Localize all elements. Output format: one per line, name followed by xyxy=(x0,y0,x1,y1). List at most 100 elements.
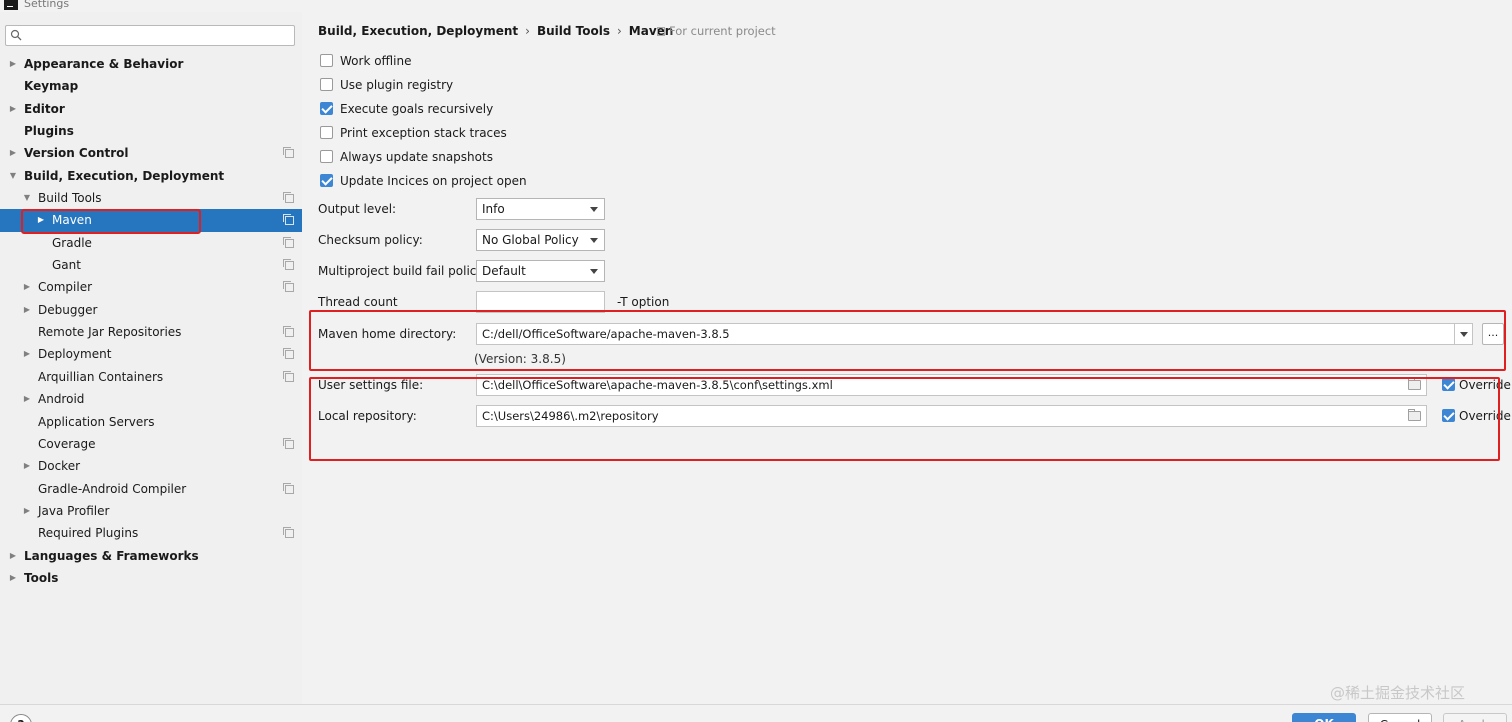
chevron-right-icon[interactable]: ▶ xyxy=(22,343,32,365)
tree-item-appearance-behavior[interactable]: ▶ Appearance & Behavior xyxy=(0,53,302,75)
tree-item-editor[interactable]: ▶ Editor xyxy=(0,98,302,120)
output-level-value: Info xyxy=(482,202,505,216)
chevron-down-icon xyxy=(590,238,598,243)
checkbox[interactable] xyxy=(320,174,333,187)
tree-item-label: Build, Execution, Deployment xyxy=(24,168,225,183)
scope-label: For current project xyxy=(657,24,776,38)
tree-item-gradle[interactable]: Gradle xyxy=(0,232,302,254)
checkbox[interactable] xyxy=(320,102,333,115)
copy-icon xyxy=(283,236,294,248)
multiproject-select[interactable]: Default xyxy=(476,260,605,282)
tree-item-gradle-android-compiler[interactable]: Gradle-Android Compiler xyxy=(0,478,302,500)
tree-item-languages-frameworks[interactable]: ▶ Languages & Frameworks xyxy=(0,545,302,567)
chevron-down-icon xyxy=(590,269,598,274)
tree-item-android[interactable]: ▶ Android xyxy=(0,388,302,410)
checkbox-label: Always update snapshots xyxy=(340,150,493,164)
search-icon xyxy=(10,29,22,41)
maven-home-highlight-box xyxy=(309,310,1506,371)
settings-files-highlight-box xyxy=(309,377,1500,461)
chevron-down-icon[interactable]: ▼ xyxy=(22,187,32,209)
tree-item-label: Build Tools xyxy=(38,191,102,206)
tree-item-label: Debugger xyxy=(38,302,98,317)
tree-item-label: Remote Jar Repositories xyxy=(38,325,182,340)
tree-item-java-profiler[interactable]: ▶ Java Profiler xyxy=(0,500,302,522)
tree-item-debugger[interactable]: ▶ Debugger xyxy=(0,299,302,321)
maven-highlight-box xyxy=(21,209,201,234)
tree-item-remote-jar-repositories[interactable]: Remote Jar Repositories xyxy=(0,321,302,343)
tree-item-label: Editor xyxy=(24,101,65,116)
tree-item-plugins[interactable]: Plugins xyxy=(0,120,302,142)
apply-button[interactable]: Apply xyxy=(1443,713,1507,722)
checksum-policy-value: No Global Policy xyxy=(482,233,579,247)
tree-item-version-control[interactable]: ▶ Version Control xyxy=(0,142,302,164)
tree-item-label: Compiler xyxy=(38,280,93,295)
tree-item-label: Plugins xyxy=(24,124,74,139)
chevron-right-icon[interactable]: ▶ xyxy=(8,142,18,164)
tree-item-build-tools[interactable]: ▼ Build Tools xyxy=(0,187,302,209)
tree-item-label: Keymap xyxy=(24,79,79,94)
tree-item-label: Gradle-Android Compiler xyxy=(38,481,187,496)
tree-item-label: Docker xyxy=(38,459,81,474)
search-input[interactable] xyxy=(5,25,295,46)
cancel-button[interactable]: Cancel xyxy=(1368,713,1432,722)
copy-icon xyxy=(283,482,294,494)
copy-icon xyxy=(283,326,294,338)
tree-item-deployment[interactable]: ▶ Deployment xyxy=(0,343,302,365)
chevron-right-icon[interactable]: ▶ xyxy=(8,545,18,567)
copy-icon xyxy=(283,348,294,360)
help-button[interactable]: ? xyxy=(10,714,32,722)
chevron-right-icon[interactable]: ▶ xyxy=(8,53,18,75)
tree-item-docker[interactable]: ▶ Docker xyxy=(0,455,302,477)
tree-item-gant[interactable]: Gant xyxy=(0,254,302,276)
chevron-right-icon[interactable]: ▶ xyxy=(22,500,32,522)
tree-item-required-plugins[interactable]: Required Plugins xyxy=(0,522,302,544)
checkbox[interactable] xyxy=(320,78,333,91)
output-level-select[interactable]: Info xyxy=(476,198,605,220)
chevron-right-icon[interactable]: ▶ xyxy=(22,299,32,321)
thread-count-label: Thread count xyxy=(318,295,398,309)
copy-icon xyxy=(283,192,294,204)
chevron-down-icon[interactable]: ▼ xyxy=(8,165,18,187)
tree-item-compiler[interactable]: ▶ Compiler xyxy=(0,276,302,298)
chevron-right-icon[interactable]: ▶ xyxy=(8,567,18,589)
copy-icon xyxy=(283,437,294,449)
window-title: Settings xyxy=(24,0,70,10)
settings-tree: ▶ Appearance & Behavior Keymap ▶ Editor Plugi… xyxy=(0,53,302,589)
copy-icon xyxy=(283,214,294,226)
checkbox-label: Execute goals recursively xyxy=(340,102,494,116)
multiproject-label: Multiproject build fail policy: xyxy=(318,264,487,278)
tree-item-tools[interactable]: ▶ Tools xyxy=(0,567,302,589)
main-panel: Build, Execution, Deployment › Build Tools… xyxy=(302,12,1512,704)
copy-icon xyxy=(283,259,294,271)
tree-item-label: Java Profiler xyxy=(38,503,110,518)
tree-item-label: Required Plugins xyxy=(38,526,139,541)
tree-item-coverage[interactable]: Coverage xyxy=(0,433,302,455)
tree-item-keymap[interactable]: Keymap xyxy=(0,75,302,97)
checkbox-label: Update Incices on project open xyxy=(340,174,527,188)
checkbox[interactable] xyxy=(320,54,333,67)
copy-icon xyxy=(657,27,665,36)
checksum-policy-select[interactable]: No Global Policy xyxy=(476,229,605,251)
breadcrumb-item-1: Build, Execution, Deployment xyxy=(318,24,519,38)
checkbox-label: Print exception stack traces xyxy=(340,126,507,140)
tree-item-arquillian-containers[interactable]: Arquillian Containers xyxy=(0,366,302,388)
tree-item-build-execution-deployment[interactable]: ▼ Build, Execution, Deployment xyxy=(0,165,302,187)
dialog-button-bar: ? OK Cancel Apply xyxy=(0,704,1512,722)
tree-item-label: Application Servers xyxy=(38,414,155,429)
checkbox[interactable] xyxy=(320,150,333,163)
chevron-right-icon[interactable]: ▶ xyxy=(22,388,32,410)
chevron-right-icon[interactable]: ▶ xyxy=(8,98,18,120)
output-level-label: Output level: xyxy=(318,202,397,216)
tree-item-label: Arquillian Containers xyxy=(38,369,164,384)
chevron-right-icon: › xyxy=(616,24,622,38)
tree-item-label: Tools xyxy=(24,570,59,585)
ok-button[interactable]: OK xyxy=(1292,713,1356,722)
tree-item-label: Android xyxy=(38,392,85,407)
chevron-right-icon[interactable]: ▶ xyxy=(22,276,32,298)
watermark: @稀土掘金技术社区 xyxy=(1330,684,1466,702)
tree-item-application-servers[interactable]: Application Servers xyxy=(0,411,302,433)
chevron-right-icon[interactable]: ▶ xyxy=(22,455,32,477)
checksum-policy-label: Checksum policy: xyxy=(318,233,423,247)
checkbox[interactable] xyxy=(320,126,333,139)
tree-item-label: Gant xyxy=(52,258,81,273)
